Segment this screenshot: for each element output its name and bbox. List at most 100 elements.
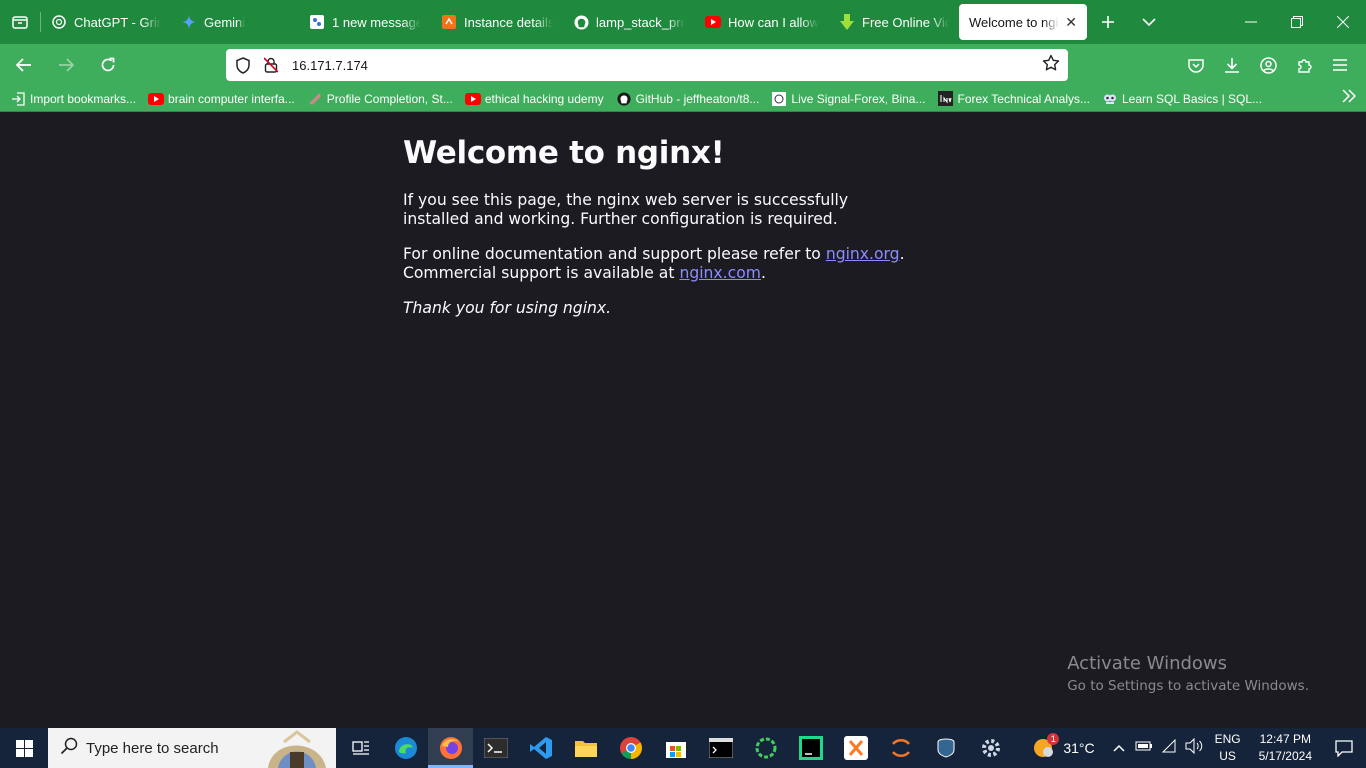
gear-icon [981,739,1000,757]
url-bar[interactable]: 16.171.7.174 [226,49,1068,81]
notification-icon [1335,739,1353,757]
taskbar-terminal[interactable] [473,728,518,768]
nginx-com-link[interactable]: nginx.com [679,264,761,282]
nginx-org-link[interactable]: nginx.org [826,245,900,263]
navigation-toolbar: 16.171.7.174 [0,44,1366,86]
jupyter-icon [891,739,910,757]
tab-label: Gemini [204,14,246,30]
clock[interactable]: 12:47 PM 5/17/2024 [1259,731,1312,765]
tab-video-download[interactable]: Free Online Vide [829,0,959,44]
insecure-lock-icon[interactable] [260,54,282,76]
volume-icon[interactable] [1185,737,1203,759]
bookmark-bci[interactable]: brain computer interfa... [148,91,295,107]
list-all-tabs-button[interactable] [1129,0,1169,44]
task-view-button[interactable] [338,728,383,768]
forward-button[interactable] [48,47,84,83]
search-icon [60,737,78,760]
weather-widget[interactable]: 1 31°C [1031,733,1095,761]
minimize-icon [1245,21,1257,23]
activate-windows-watermark: Activate Windows Go to Settings to activ… [1067,653,1309,694]
sql-icon [1102,91,1118,107]
battery-icon[interactable] [1135,739,1153,757]
taskbar-command-prompt[interactable] [698,728,743,768]
tray-chevron-up-icon[interactable] [1113,739,1125,757]
app-menu-button[interactable] [1322,47,1358,83]
tab-nginx-active[interactable]: Welcome to nginx ✕ [959,4,1087,40]
tab-messages[interactable]: 1 new message [299,0,431,44]
tracking-protection-shield-icon[interactable] [232,54,254,76]
tab-aws-instance[interactable]: Instance details | [431,0,563,44]
bookmark-live-signal[interactable]: Live Signal-Forex, Bina... [771,91,925,107]
youtube-icon [464,91,481,107]
taskbar-jupyter[interactable] [878,728,923,768]
vscode-icon [529,737,552,759]
bookmark-ethical-hacking[interactable]: ethical hacking udemy [464,91,604,107]
taskbar-file-explorer[interactable] [563,728,608,768]
windows-logo-icon [15,739,33,757]
close-tab-icon[interactable]: ✕ [1065,14,1077,31]
signal-icon [771,91,787,107]
system-tray: 1 31°C ENG US 12:47 PM 5/17/2024 [1031,728,1366,768]
bookmark-label: ethical hacking udemy [484,91,604,106]
taskbar-pycharm[interactable] [788,728,833,768]
taskbar-vscode[interactable] [518,728,563,768]
tab-chatgpt[interactable]: ChatGPT - Grimo [41,0,171,44]
bookmarks-overflow-button[interactable] [1342,89,1357,108]
tab-label: 1 new message [332,14,421,30]
taskbar-store[interactable] [653,728,698,768]
pocket-button[interactable] [1178,47,1214,83]
tab-github[interactable]: lamp_stack_proje [563,0,695,44]
language-code: ENG [1214,732,1241,746]
bookmark-label: GitHub - jeffheaton/t8... [635,91,760,106]
pocket-icon [1188,58,1204,73]
bookmarks-toolbar: Import bookmarks... brain computer inter… [0,86,1366,112]
taskbar-edge[interactable] [383,728,428,768]
profile-icon [307,91,323,107]
url-text[interactable]: 16.171.7.174 [292,58,368,73]
start-button[interactable] [0,728,48,768]
restore-button[interactable] [1274,0,1320,44]
minimize-button[interactable] [1228,0,1274,44]
tab-youtube[interactable]: How can I allow [695,0,829,44]
tab-gemini[interactable]: Gemini [171,0,299,44]
bookmark-import[interactable]: Import bookmarks... [10,91,136,107]
github-icon [573,14,589,30]
import-icon [10,91,26,107]
taskbar-xampp[interactable] [833,728,878,768]
search-highlight-illustration [260,728,336,768]
bookmark-profile[interactable]: Profile Completion, St... [307,91,453,107]
cmd-icon [708,738,733,758]
download-arrow-icon [1225,58,1239,73]
restore-icon [1291,16,1303,28]
plus-icon [1102,16,1114,28]
language-indicator[interactable]: ENG US [1215,731,1241,765]
close-window-button[interactable] [1320,0,1366,44]
bookmark-star-icon[interactable] [1042,54,1060,77]
notifications-button[interactable] [1322,728,1366,768]
bookmark-sql[interactable]: Learn SQL Basics | SQL... [1102,91,1262,107]
page-viewport: Welcome to nginx! If you see this page, … [0,113,1366,728]
watermark-title: Activate Windows [1067,653,1228,674]
taskbar-spinner-app[interactable] [743,728,788,768]
arrow-left-icon [16,58,31,72]
account-button[interactable] [1250,47,1286,83]
taskbar-settings[interactable] [968,728,1013,768]
clock-date: 5/17/2024 [1258,749,1312,763]
github-icon [616,91,632,107]
folder-icon [574,741,597,757]
keyboard-layout: US [1219,749,1236,763]
extensions-button[interactable] [1286,47,1322,83]
taskbar-firefox[interactable] [428,728,473,768]
reload-button[interactable] [90,47,126,83]
firefox-view-button[interactable] [0,0,40,44]
taskbar-search-box[interactable]: Type here to search [48,728,336,768]
bookmark-forex-analysis[interactable]: Forex Technical Analys... [937,91,1090,107]
downloads-button[interactable] [1214,47,1250,83]
taskbar-chrome[interactable] [608,728,653,768]
back-button[interactable] [6,47,42,83]
wifi-icon[interactable] [1161,738,1177,758]
bookmark-github[interactable]: GitHub - jeffheaton/t8... [616,91,760,107]
new-tab-button[interactable] [1087,0,1129,44]
pycharm-icon [798,736,823,760]
taskbar-postgresql[interactable] [923,728,968,768]
